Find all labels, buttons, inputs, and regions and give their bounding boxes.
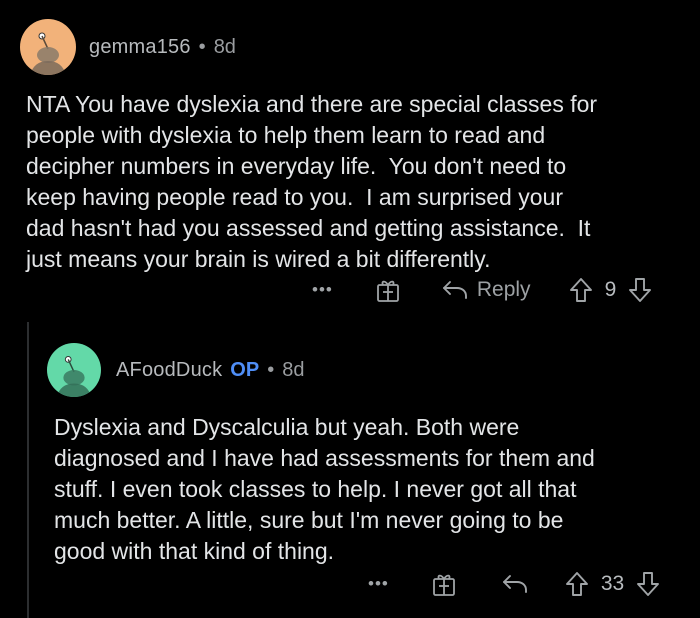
username[interactable]: gemma156 xyxy=(89,36,191,59)
vote-score: 33 xyxy=(600,572,625,595)
downvote-button[interactable] xyxy=(628,277,652,303)
upvote-arrow-icon xyxy=(569,278,592,302)
reply-arrow-icon xyxy=(442,281,467,299)
gift-icon xyxy=(376,280,399,302)
comment-actions: ••• 33 xyxy=(368,571,660,597)
comment-age: 8d xyxy=(213,35,236,58)
thread-line[interactable] xyxy=(27,322,29,618)
reply-arrow-icon xyxy=(502,575,527,593)
more-options-button[interactable]: ••• xyxy=(368,574,389,594)
separator-dot: • xyxy=(198,35,206,58)
comment-header: AFoodDuck OP • 8d xyxy=(47,343,304,397)
downvote-arrow-icon xyxy=(629,278,652,302)
separator-dot: • xyxy=(267,358,275,381)
gift-icon xyxy=(432,574,455,596)
upvote-button[interactable] xyxy=(569,277,593,303)
more-options-button[interactable]: ••• xyxy=(312,280,333,300)
downvote-arrow-icon xyxy=(637,572,660,596)
award-button[interactable] xyxy=(375,277,401,303)
upvote-button[interactable] xyxy=(565,571,589,597)
comment-body: Dyslexia and Dyscalculia but yeah. Both … xyxy=(54,414,595,564)
downvote-button[interactable] xyxy=(636,571,660,597)
avatar[interactable] xyxy=(47,343,101,397)
reply-button[interactable]: Reply xyxy=(441,278,531,302)
comment-age: 8d xyxy=(282,358,305,381)
comment-body: NTA You have dyslexia and there are spec… xyxy=(26,91,598,272)
award-button[interactable] xyxy=(431,571,457,597)
upvote-arrow-icon xyxy=(565,572,588,596)
reply-label: Reply xyxy=(476,278,531,301)
username[interactable]: AFoodDuck xyxy=(116,359,222,382)
op-badge: OP xyxy=(230,358,260,381)
reply-button[interactable] xyxy=(501,573,529,595)
comment-header: gemma156 • 8d xyxy=(20,19,236,75)
snoo-avatar-icon xyxy=(56,356,92,397)
vote-score: 9 xyxy=(604,278,617,301)
snoo-avatar-icon xyxy=(30,32,66,75)
avatar[interactable] xyxy=(20,19,76,75)
comment-actions: ••• Reply 9 xyxy=(312,277,652,303)
